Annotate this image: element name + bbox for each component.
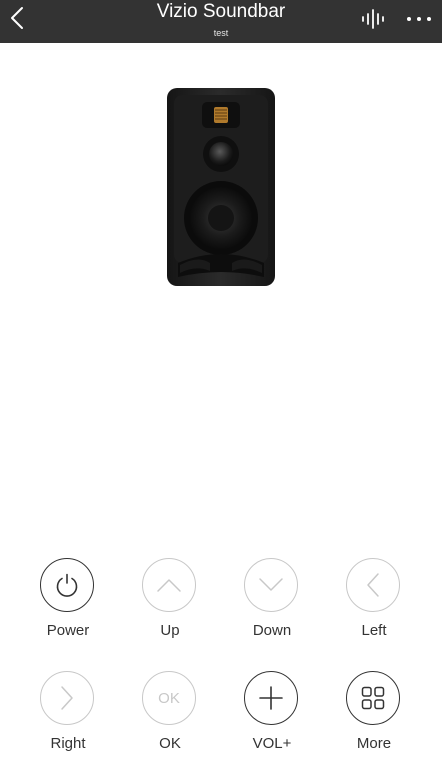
top-bar: Vizio Soundbar test	[0, 0, 442, 43]
left-button-circle	[346, 558, 400, 612]
right-button[interactable]: Right	[23, 671, 113, 767]
power-icon	[56, 573, 78, 597]
more-menu-button[interactable]	[404, 8, 434, 30]
sound-wave-icon	[362, 9, 384, 29]
plus-icon	[259, 686, 283, 710]
down-button[interactable]: Down	[227, 558, 317, 654]
right-label: Right	[50, 735, 86, 752]
power-button-circle	[40, 558, 94, 612]
speaker-image	[167, 88, 275, 286]
up-button[interactable]: Up	[125, 558, 215, 654]
left-label: Left	[361, 622, 387, 639]
up-label: Up	[160, 622, 180, 639]
down-button-circle	[244, 558, 298, 612]
ok-label: OK	[159, 735, 181, 752]
power-label: Power	[46, 622, 90, 639]
vol-up-label: VOL+	[252, 735, 292, 752]
more-label: More	[356, 735, 392, 752]
ok-icon-text: OK	[158, 689, 180, 707]
chevron-down-icon	[259, 578, 283, 591]
chevron-left-icon	[367, 573, 379, 597]
voice-button[interactable]	[360, 8, 386, 30]
vol-up-button[interactable]: VOL+	[227, 671, 317, 767]
ok-button[interactable]: OK OK	[125, 671, 215, 767]
vol-up-button-circle	[244, 671, 298, 725]
more-button[interactable]: More	[329, 671, 419, 767]
chevron-up-icon	[157, 579, 181, 592]
ok-button-circle: OK	[142, 671, 196, 725]
chevron-right-icon	[61, 686, 73, 710]
grid-icon	[361, 686, 385, 710]
left-button[interactable]: Left	[329, 558, 419, 654]
more-button-circle	[346, 671, 400, 725]
more-dots-icon	[407, 17, 431, 21]
right-button-circle	[40, 671, 94, 725]
power-button[interactable]: Power	[23, 558, 113, 654]
down-label: Down	[252, 622, 292, 639]
up-button-circle	[142, 558, 196, 612]
